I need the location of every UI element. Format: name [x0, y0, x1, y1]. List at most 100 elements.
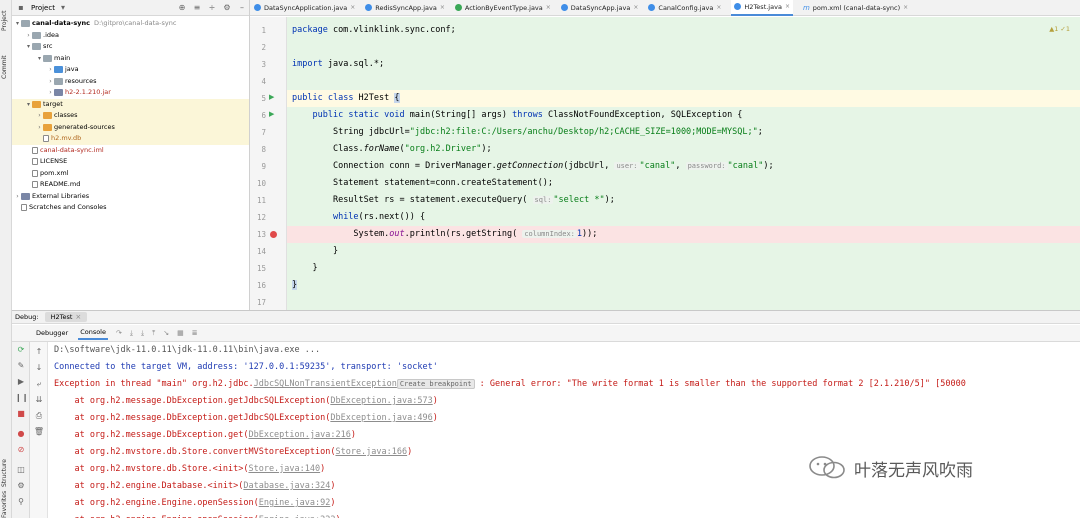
stop-icon[interactable]: ■ — [15, 408, 27, 420]
expand-arrow-icon[interactable]: › — [36, 122, 43, 134]
expand-arrow-icon[interactable]: › — [25, 30, 32, 42]
down-arrow-icon[interactable]: ↓ — [33, 362, 45, 374]
close-icon[interactable]: × — [785, 3, 790, 10]
collapse-all-icon[interactable]: ÷ — [207, 3, 217, 13]
tree-item[interactable]: › resources — [12, 76, 249, 88]
close-icon[interactable]: × — [903, 4, 908, 11]
code-line-14: 14 } — [256, 246, 339, 256]
trash-icon[interactable]: 🗑 — [33, 426, 45, 438]
tree-item[interactable]: pom.xml — [12, 168, 249, 180]
source-link[interactable]: Store.java:140 — [248, 464, 320, 474]
run-class-icon[interactable]: ▶ — [269, 93, 279, 101]
print-icon[interactable]: ⎙ — [33, 410, 45, 422]
source-link[interactable]: DbException.java:573 — [330, 396, 432, 406]
source-link[interactable]: Engine.java:92 — [259, 498, 331, 508]
tree-item[interactable]: ▾ canal-data-sync D:\gitpro\canal-data-syn… — [12, 18, 249, 30]
pause-icon[interactable]: ❙❙ — [15, 392, 28, 404]
stack-frame: at org.h2.mvstore.db.Store.convertMVStor… — [54, 447, 412, 457]
chevron-down-icon[interactable]: ▾ — [58, 3, 68, 13]
expand-arrow-icon[interactable]: ▾ — [36, 53, 43, 65]
rerun-icon[interactable]: ⟳ — [15, 344, 27, 356]
tree-item-label: target — [43, 99, 63, 108]
tree-item[interactable]: › .idea — [12, 30, 249, 42]
scroll-to-end-icon[interactable]: ⇊ — [33, 394, 45, 406]
editor-tab[interactable]: H2Test.java × — [731, 0, 793, 16]
exception-class-link[interactable]: JdbcSQLNonTransientException — [254, 379, 397, 389]
force-step-into-icon[interactable]: ⤓ — [141, 329, 144, 338]
tree-item[interactable]: ▾ src — [12, 41, 249, 53]
expand-arrow-icon[interactable]: › — [47, 76, 54, 88]
evaluate-icon[interactable]: ▦ — [177, 329, 184, 337]
debug-session-tab[interactable]: H2Test × — [44, 312, 88, 322]
tree-item[interactable]: README.md — [12, 179, 249, 191]
editor-tab[interactable]: RedisSyncApp.java × — [365, 0, 445, 16]
view-breakpoints-icon[interactable]: ● — [15, 428, 27, 440]
expand-arrow-icon[interactable]: › — [47, 87, 54, 99]
commit-tool-tab[interactable]: Commit — [1, 50, 11, 84]
structure-tool-tab[interactable]: Structure — [1, 455, 11, 491]
tree-item[interactable]: › java — [12, 64, 249, 76]
camera-icon[interactable]: ◫ — [15, 464, 27, 476]
breakpoint-icon[interactable] — [270, 231, 277, 238]
step-into-icon[interactable]: ⤓ — [130, 329, 133, 338]
close-icon[interactable]: × — [350, 4, 355, 11]
tree-item[interactable]: ▾ main — [12, 53, 249, 65]
editor-tab-bar: DataSyncApplication.java × RedisSyncApp.ja… — [250, 0, 1080, 16]
frames-icon[interactable]: ≣ — [192, 329, 198, 337]
tab-console[interactable]: Console — [78, 326, 108, 340]
expand-arrow-icon[interactable]: › — [36, 110, 43, 122]
editor-tab[interactable]: DataSyncApplication.java × — [254, 0, 355, 16]
tree-item[interactable]: › External Libraries — [12, 191, 249, 203]
source-link[interactable]: DbException.java:496 — [330, 413, 432, 423]
expand-all-icon[interactable]: ≡ — [192, 3, 202, 13]
expand-arrow-icon[interactable]: ▾ — [25, 41, 32, 53]
editor-tab[interactable]: ActionByEventType.java × — [454, 0, 551, 16]
locate-icon[interactable]: ⊕ — [177, 3, 187, 13]
expand-arrow-icon[interactable]: ▾ — [14, 18, 21, 30]
code-editor[interactable]: ▲1 ✓1 1 package com.vlinklink.sync.conf;… — [250, 17, 1080, 310]
editor-tab[interactable]: m pom.xml (canal-data-sync) × — [803, 0, 908, 16]
mute-breakpoints-icon[interactable]: ⊘ — [15, 444, 27, 456]
expand-arrow-icon[interactable]: › — [47, 64, 54, 76]
close-icon[interactable]: × — [440, 4, 445, 11]
tree-item[interactable]: canal-data-sync.iml — [12, 145, 249, 157]
tree-item[interactable]: Scratches and Consoles — [12, 202, 249, 214]
source-link[interactable]: DbException.java:216 — [248, 430, 350, 440]
close-icon[interactable]: × — [633, 4, 638, 11]
tree-item[interactable]: › generated-sources — [12, 121, 249, 134]
close-icon[interactable]: × — [716, 4, 721, 11]
editor-tab[interactable]: CanalConfig.java × — [648, 0, 721, 16]
run-to-cursor-icon[interactable]: ↘ — [163, 329, 169, 337]
tree-item[interactable]: › h2-2.1.210.jar — [12, 87, 249, 99]
settings-icon[interactable]: ⚙ — [15, 480, 27, 492]
source-link[interactable]: Database.java:324 — [243, 481, 330, 491]
editor-tab[interactable]: DataSyncApp.java × — [560, 0, 638, 16]
favorites-tool-tab[interactable]: Favorites — [1, 491, 11, 518]
pin-icon[interactable]: ⚲ — [15, 496, 27, 508]
source-link[interactable]: Store.java:166 — [335, 447, 407, 457]
wrench-icon[interactable]: ✎ — [15, 360, 27, 372]
expand-arrow-icon[interactable]: › — [14, 191, 21, 203]
tree-item[interactable]: h2.mv.db — [12, 133, 249, 145]
tree-item[interactable]: ▾ target — [12, 98, 249, 111]
resume-icon[interactable]: ▶ — [15, 376, 27, 388]
console-output[interactable]: D:\software\jdk-11.0.11\jdk-11.0.11\bin\… — [48, 342, 1080, 518]
expand-arrow-icon[interactable]: ▾ — [25, 99, 32, 111]
tab-debugger[interactable]: Debugger — [34, 327, 70, 339]
run-method-icon[interactable]: ▶ — [269, 110, 279, 118]
console-toolbar: ↑ ↓ ⤶ ⇊ ⎙ 🗑 — [30, 342, 48, 518]
step-out-icon[interactable]: ⤒ — [152, 329, 155, 338]
close-icon[interactable]: × — [546, 4, 551, 11]
step-over-icon[interactable]: ↷ — [116, 329, 122, 337]
editor-tab-label: DataSyncApp.java — [570, 3, 631, 12]
up-arrow-icon[interactable]: ↑ — [33, 346, 45, 358]
project-panel-title[interactable]: Project — [31, 4, 55, 12]
tree-item[interactable]: LICENSE — [12, 156, 249, 168]
create-breakpoint-button[interactable]: Create breakpoint — [396, 379, 475, 389]
tree-item[interactable]: › classes — [12, 110, 249, 122]
close-icon[interactable]: × — [75, 313, 81, 321]
soft-wrap-icon[interactable]: ⤶ — [33, 378, 45, 390]
gear-icon[interactable]: ⚙ — [222, 3, 232, 13]
minimize-icon[interactable]: – — [237, 3, 247, 13]
project-tool-tab[interactable]: Project — [1, 4, 11, 38]
